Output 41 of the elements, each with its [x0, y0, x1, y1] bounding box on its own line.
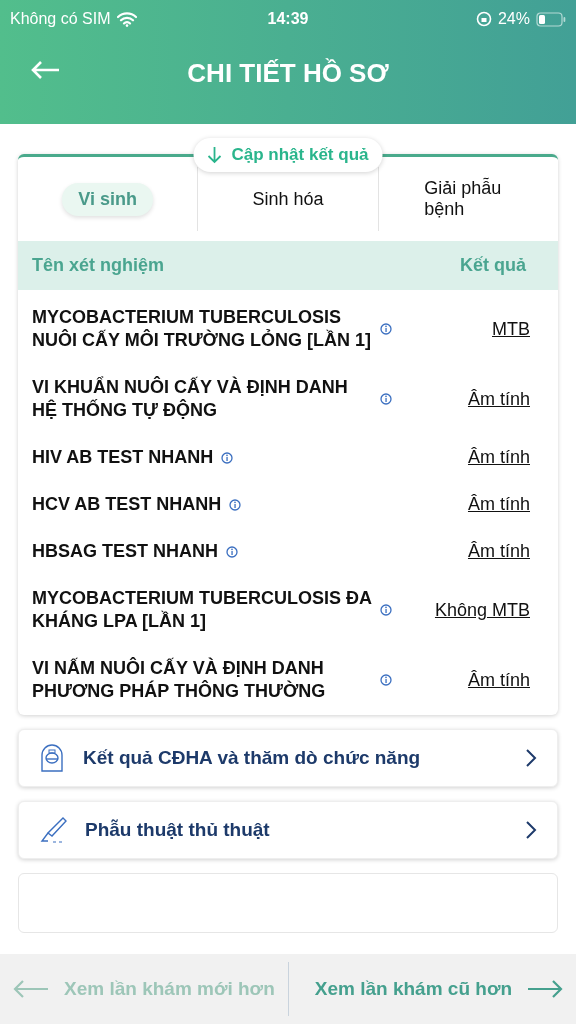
result-link[interactable]: Âm tính	[467, 669, 530, 691]
info-icon[interactable]	[229, 498, 242, 511]
section-button[interactable]: Phẫu thuật thủ thuật	[18, 801, 558, 859]
test-name: HIV AB TEST NHANH	[32, 446, 214, 469]
column-header: Kết quả	[460, 255, 526, 276]
test-name: VI NẤM NUÔI CẤY VÀ ĐỊNH DANH PHƯƠNG PHÁP THÔNG THƯỜNG	[32, 657, 327, 703]
rotation-lock-icon	[475, 11, 492, 27]
info-icon[interactable]	[380, 604, 392, 616]
result-link[interactable]: MTB	[492, 318, 530, 340]
wifi-icon	[116, 11, 137, 27]
page-title: CHI TIẾT HỒ SƠ	[187, 57, 389, 89]
result-link[interactable]: Âm tính	[467, 447, 530, 468]
test-name: HBSAG TEST NHANH	[32, 540, 218, 563]
info-icon[interactable]	[221, 451, 234, 464]
result-link[interactable]: Âm tính	[467, 494, 530, 515]
test-name: HCV AB TEST NHANH	[32, 493, 222, 516]
right-arrow-icon	[526, 979, 564, 999]
result-link[interactable]: Âm tính	[467, 541, 530, 562]
scalpel-icon	[39, 816, 67, 844]
info-icon[interactable]	[226, 545, 238, 558]
chevron-right-icon	[525, 820, 537, 840]
test-name: MYCOBACTERIUM TUBERCULOSIS ĐA KHÁNG LPA [LẦN 1]	[32, 587, 372, 633]
section-button[interactable]: Kết quả CĐHA và thăm dò chức năng	[18, 729, 558, 787]
battery-icon	[536, 11, 566, 27]
clock: 14:39	[267, 10, 309, 28]
carrier-label: Không có SIM	[10, 10, 111, 28]
info-icon[interactable]	[380, 393, 392, 405]
test-name: VI KHUẨN NUÔI CẤY VÀ ĐỊNH DANH HỆ THỐNG TỰ ĐỘNG	[32, 376, 349, 422]
tab[interactable]: Giải phẫu bệnh	[408, 172, 529, 226]
chevron-right-icon	[525, 748, 537, 768]
left-arrow-icon	[12, 979, 50, 999]
result-link[interactable]: Không MTB	[434, 599, 530, 621]
test-name: MYCOBACTERIUM TUBERCULOSIS NUÔI CẤY MÔI TRƯỜNG LỎNG [LẦN 1]	[32, 306, 372, 352]
column-header: Tên xét nghiệm	[32, 255, 165, 276]
down-arrow-icon	[207, 146, 222, 164]
tab[interactable]: Sinh hóa	[236, 182, 340, 216]
info-icon[interactable]	[380, 674, 392, 686]
info-icon[interactable]	[380, 323, 392, 335]
battery-percent: 24%	[497, 10, 530, 28]
scanner-icon	[39, 744, 65, 772]
result-link[interactable]: Âm tính	[467, 388, 530, 410]
